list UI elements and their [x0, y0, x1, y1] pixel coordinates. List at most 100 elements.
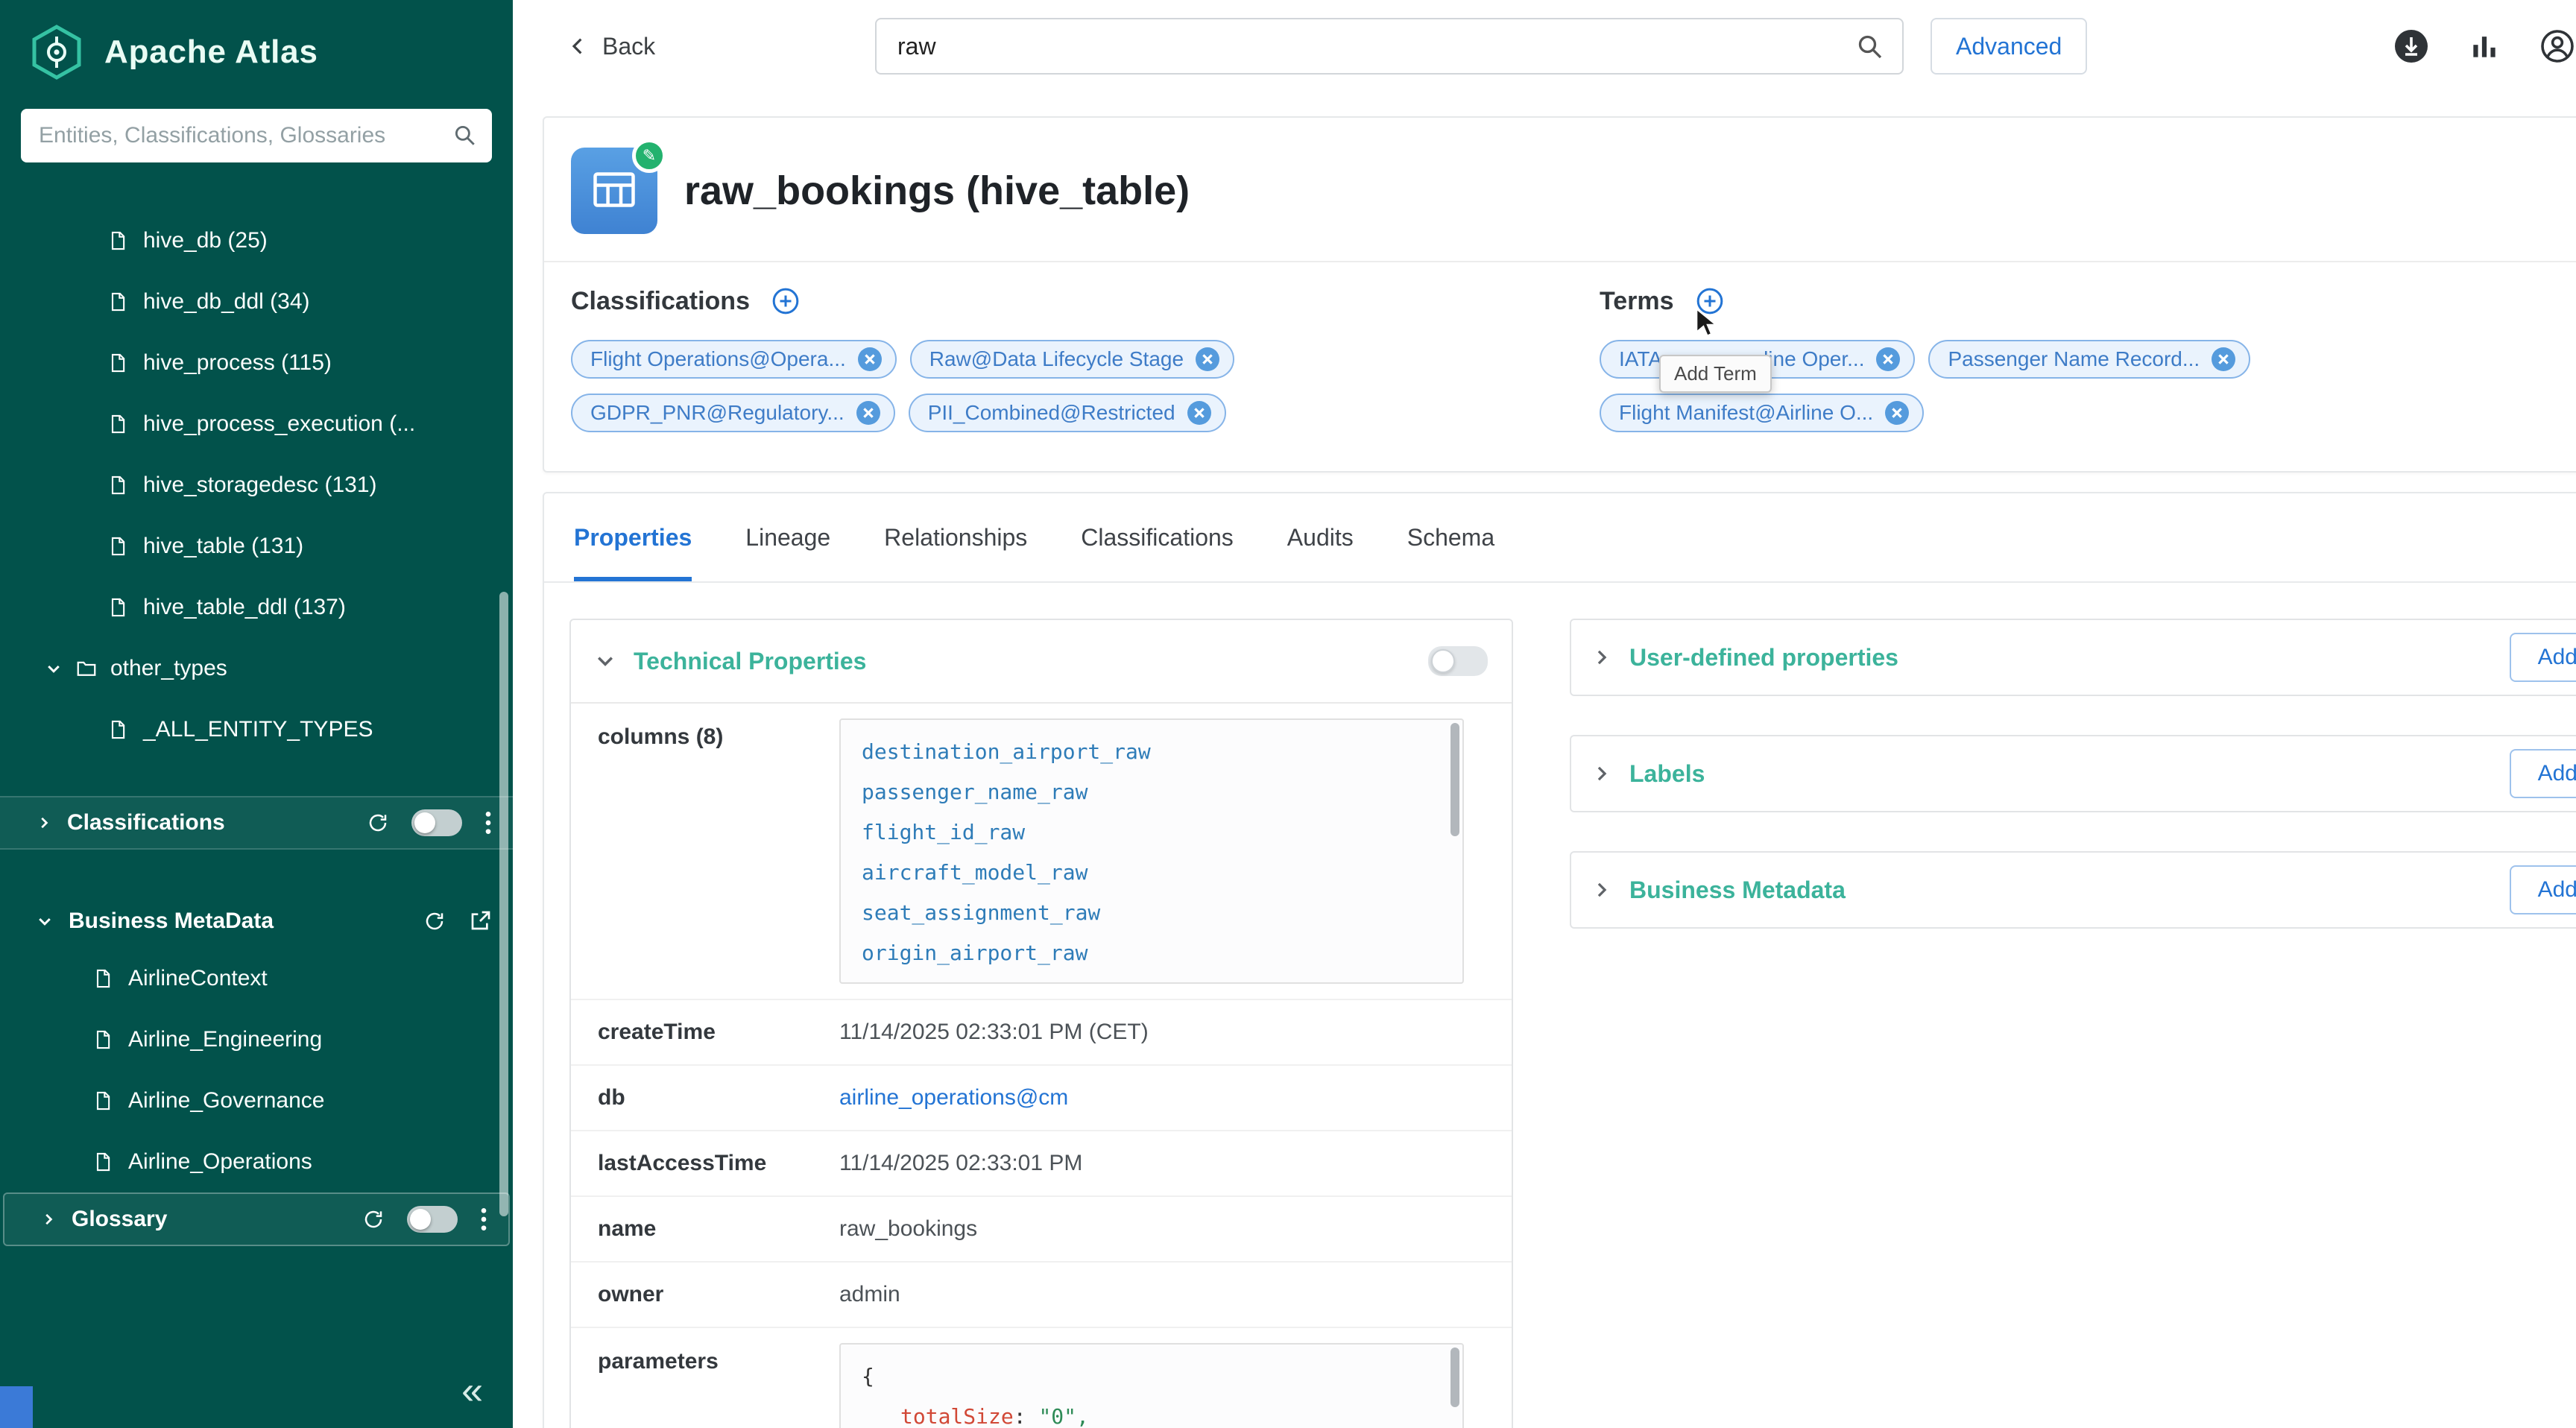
terms-heading: Terms [1600, 287, 1674, 316]
sidebar-section-classifications[interactable]: Classifications [0, 796, 513, 850]
chevron-down-icon[interactable] [595, 651, 616, 672]
columns-value-box[interactable]: destination_airport_rawpassenger_name_ra… [839, 718, 1464, 984]
tab-properties[interactable]: Properties [574, 493, 692, 581]
chevron-right-icon[interactable] [1592, 764, 1611, 783]
remove-tag-icon[interactable] [856, 401, 880, 425]
sidebar-tree-item[interactable]: hive_db_ddl (34) [0, 271, 513, 332]
tab-audits[interactable]: Audits [1287, 493, 1354, 581]
chevron-left-icon [566, 34, 590, 58]
business-metadata-item[interactable]: Airline_Governance [0, 1070, 513, 1131]
sidebar-scrollbar[interactable] [499, 592, 508, 1216]
property-label: db [598, 1085, 839, 1111]
property-label: name [598, 1216, 839, 1242]
glossary-toggle[interactable] [407, 1206, 458, 1233]
classifications-heading: Classifications [571, 287, 750, 316]
sidebar-tree-item[interactable]: hive_table_ddl (137) [0, 577, 513, 638]
tab-lineage[interactable]: Lineage [745, 493, 830, 581]
advanced-search-button[interactable]: Advanced [1931, 18, 2087, 75]
remove-tag-icon[interactable] [1196, 347, 1219, 371]
codebox-scrollbar[interactable] [1450, 1348, 1459, 1407]
business-metadata-item[interactable]: Airline_Operations [0, 1131, 513, 1192]
remove-tag-icon[interactable] [1187, 401, 1211, 425]
sidebar-item-other-types[interactable]: other_types [0, 638, 513, 699]
add-button[interactable]: Add [2510, 633, 2576, 682]
add-classification-icon[interactable] [771, 286, 801, 316]
remove-tag-icon[interactable] [2212, 347, 2235, 371]
refresh-icon[interactable] [362, 1208, 385, 1230]
document-icon [92, 1028, 113, 1052]
entity-detail-card: Properties Lineage Relationships Classifica… [543, 492, 2576, 1428]
user-menu[interactable]: admin [2539, 28, 2576, 64]
sidebar-item-all-entity-types[interactable]: _ALL_ENTITY_TYPES [0, 699, 513, 760]
document-icon [107, 534, 128, 558]
business-metadata-item[interactable]: AirlineContext [0, 948, 513, 1009]
column-name: flight_id_raw [862, 812, 1442, 853]
folder-icon [75, 657, 98, 680]
property-value: raw_bookings [839, 1216, 977, 1241]
tab-schema[interactable]: Schema [1407, 493, 1494, 581]
topbar: Back Advanced admin [513, 0, 2576, 92]
panel-title: User-defined properties [1629, 644, 1898, 672]
column-name: origin_airport_raw [862, 933, 1442, 973]
tab-relationships[interactable]: Relationships [884, 493, 1027, 581]
sidebar-tree-item[interactable]: hive_db (25) [0, 210, 513, 271]
classification-tag[interactable]: Raw@Data Lifecycle Stage [910, 340, 1234, 379]
hive-table-icon: ✎ [571, 148, 657, 234]
user-icon [2539, 28, 2575, 64]
sidebar-search [21, 109, 492, 162]
chevron-down-icon [45, 660, 63, 677]
add-button[interactable]: Add [2510, 749, 2576, 798]
sidebar-tree-item[interactable]: hive_process_execution (... [0, 394, 513, 455]
add-button[interactable]: Add [2510, 865, 2576, 914]
property-row: lastAccessTime11/14/2025 02:33:01 PM [571, 1131, 1512, 1197]
sidebar-search-input[interactable] [21, 109, 492, 162]
column-name: passenger_name_raw [862, 772, 1442, 812]
sidebar-tree-item[interactable]: hive_table (131) [0, 516, 513, 577]
download-icon[interactable] [2393, 28, 2429, 64]
classification-tag[interactable]: PII_Combined@Restricted [909, 394, 1226, 432]
sidebar-section-business-metadata[interactable]: Business MetaData [0, 894, 513, 948]
sidebar-tree-item[interactable]: hive_storagedesc (131) [0, 455, 513, 516]
property-row: createTime11/14/2025 02:33:01 PM (CET) [571, 1000, 1512, 1066]
refresh-icon[interactable] [423, 910, 446, 932]
parameters-value-box[interactable]: {totalSize: "0", [839, 1343, 1464, 1428]
sidebar-section-glossary[interactable]: Glossary [3, 1192, 510, 1246]
panel-title: Business Metadata [1629, 876, 1846, 904]
term-tag[interactable]: Flight Manifest@Airline O... [1600, 394, 1924, 432]
column-name: seat_assignment_raw [862, 893, 1442, 933]
remove-tag-icon[interactable] [1885, 401, 1909, 425]
refresh-icon[interactable] [367, 812, 389, 834]
business-metadata-item[interactable]: Airline_Engineering [0, 1009, 513, 1070]
add-term-tooltip: Add Term [1659, 355, 1772, 393]
kebab-menu-icon[interactable] [480, 1206, 487, 1233]
classification-tag[interactable]: Flight Operations@Opera... [571, 340, 897, 379]
property-row: dbairline_operations@cm [571, 1066, 1512, 1131]
technical-properties-toggle[interactable] [1428, 646, 1488, 676]
db-link[interactable]: airline_operations@cm [839, 1085, 1068, 1110]
remove-tag-icon[interactable] [1876, 347, 1900, 371]
chevron-right-icon[interactable] [1592, 880, 1611, 900]
remove-tag-icon[interactable] [858, 347, 882, 371]
property-value: admin [839, 1282, 900, 1307]
search-icon[interactable] [1854, 31, 1884, 61]
atlas-logo-icon [27, 22, 86, 82]
global-search-input[interactable] [875, 18, 1904, 75]
document-icon [107, 290, 128, 314]
collapse-sidebar-icon[interactable]: « [461, 1368, 483, 1413]
column-name: destination_airport_raw [862, 732, 1442, 772]
kebab-menu-icon[interactable] [484, 809, 492, 836]
statistics-icon[interactable] [2468, 30, 2501, 63]
chevron-right-icon[interactable] [1592, 648, 1611, 667]
codebox-scrollbar[interactable] [1450, 723, 1459, 836]
search-icon [452, 122, 477, 148]
term-tag[interactable]: Passenger Name Record... [1928, 340, 2250, 379]
external-link-icon[interactable] [468, 909, 492, 933]
app-logo[interactable]: Apache Atlas [0, 0, 513, 103]
classification-tag[interactable]: GDPR_PNR@Regulatory... [571, 394, 895, 432]
property-label: owner [598, 1282, 839, 1307]
classifications-toggle[interactable] [411, 809, 462, 836]
tab-classifications[interactable]: Classifications [1081, 493, 1234, 581]
entity-header-card: ✎ raw_bookings (hive_table) Classificati… [543, 116, 2576, 473]
back-button[interactable]: Back [566, 33, 655, 60]
sidebar-tree-item[interactable]: hive_process (115) [0, 332, 513, 394]
